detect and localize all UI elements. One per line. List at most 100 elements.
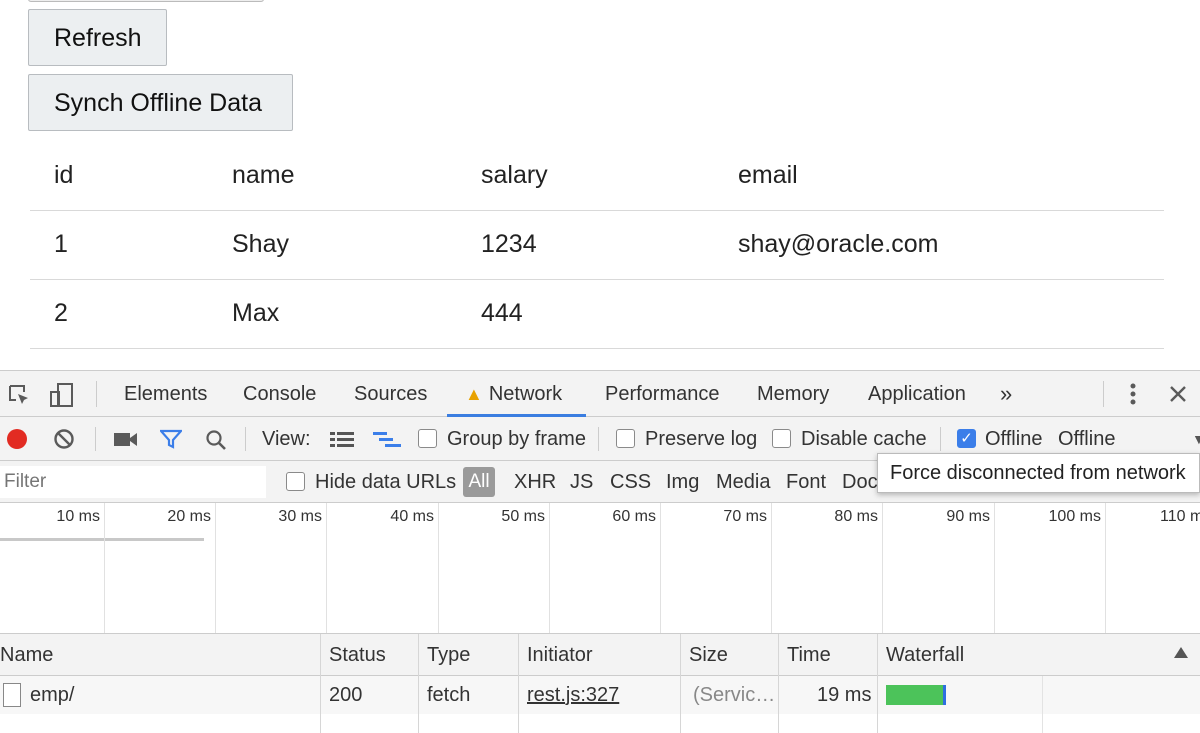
type-filter-js[interactable]: JS <box>570 461 593 503</box>
timeline-activity-bar <box>0 538 204 541</box>
request-name[interactable]: emp/ <box>30 676 74 714</box>
header-time[interactable]: Time <box>780 634 831 676</box>
disable-cache-checkbox[interactable] <box>772 429 791 448</box>
column-divider[interactable] <box>418 634 419 733</box>
camera-icon[interactable] <box>113 430 139 448</box>
more-tabs-button[interactable]: » <box>1000 371 1012 417</box>
table-row: 1 Shay 1234 shay@oracle.com <box>30 211 1164 280</box>
request-type: fetch <box>427 684 471 706</box>
header-waterfall[interactable]: Waterfall <box>879 634 964 676</box>
divider <box>940 427 941 451</box>
type-filter-doc[interactable]: Doc <box>842 461 878 503</box>
header-status[interactable]: Status <box>322 634 386 676</box>
filter-input[interactable] <box>0 466 266 498</box>
timeline-tick-label: 30 ms <box>278 508 322 525</box>
devtools-panel: Elements Console Sources ▲ Network Perfor… <box>0 370 1200 733</box>
column-header-id: id <box>54 161 74 189</box>
cell-name: Shay <box>232 230 289 258</box>
column-header-name: name <box>232 161 295 189</box>
tab-console[interactable]: Console <box>243 371 316 417</box>
device-toolbar-icon[interactable] <box>48 381 76 409</box>
tab-elements[interactable]: Elements <box>124 371 207 417</box>
request-status: 200 <box>329 684 363 706</box>
column-divider[interactable] <box>320 634 321 733</box>
timeline-tick-label: 110 ms <box>1160 508 1200 525</box>
request-time: 19 ms <box>817 684 872 706</box>
type-filter-img[interactable]: Img <box>666 461 699 503</box>
timeline-grid-line <box>549 503 550 633</box>
column-divider[interactable] <box>518 634 519 733</box>
timeline-grid-line <box>771 503 772 633</box>
timeline-tick-label: 20 ms <box>167 508 211 525</box>
tab-application[interactable]: Application <box>868 371 966 417</box>
offline-tooltip: Force disconnected from network <box>877 453 1200 493</box>
timeline-tick-label: 40 ms <box>390 508 434 525</box>
timeline-grid-line <box>215 503 216 633</box>
group-by-frame-label: Group by frame <box>447 428 586 450</box>
header-initiator[interactable]: Initiator <box>520 634 593 676</box>
header-type[interactable]: Type <box>420 634 470 676</box>
sort-ascending-icon[interactable] <box>1174 647 1188 658</box>
kebab-menu-icon[interactable] <box>1122 382 1144 406</box>
type-filter-css[interactable]: CSS <box>610 461 651 503</box>
hide-data-urls-label: Hide data URLs <box>315 471 457 493</box>
tab-network-label: Network <box>488 383 563 405</box>
waterfall-bar[interactable] <box>886 685 946 705</box>
record-icon[interactable] <box>6 428 28 450</box>
timeline-tick-label: 50 ms <box>501 508 545 525</box>
table-header-row: id name salary email <box>30 142 1164 211</box>
header-size[interactable]: Size <box>682 634 728 676</box>
tab-performance[interactable]: Performance <box>605 371 720 417</box>
divider <box>95 427 96 451</box>
timeline-tick-label: 90 ms <box>946 508 990 525</box>
column-divider[interactable] <box>877 634 878 733</box>
column-divider[interactable] <box>680 634 681 733</box>
timeline-grid-line <box>994 503 995 633</box>
offline-checkbox[interactable]: ✓ <box>957 429 976 448</box>
filter-icon[interactable] <box>159 428 183 450</box>
type-filter-font[interactable]: Font <box>786 461 826 503</box>
tab-memory[interactable]: Memory <box>757 371 829 417</box>
timeline-overview[interactable]: 10 ms 20 ms 30 ms 40 ms 50 ms 60 ms 70 ms 80 ms… <box>0 503 1200 634</box>
cell-id: 1 <box>54 230 68 258</box>
close-icon[interactable] <box>1166 383 1190 405</box>
cell-salary: 444 <box>481 299 523 327</box>
timeline-grid-line <box>660 503 661 633</box>
request-initiator-link[interactable]: rest.js:327 <box>527 676 619 714</box>
table-row[interactable]: emp/ 200 fetch rest.js:327 (Servic… 19 m… <box>0 676 1200 714</box>
waterfall-view-icon[interactable] <box>372 429 402 449</box>
list-view-icon[interactable] <box>329 429 355 449</box>
tab-network[interactable]: ▲ Network <box>447 371 586 417</box>
table-row: 2 Max 444 <box>30 280 1164 349</box>
synch-offline-data-button[interactable]: Synch Offline Data <box>28 74 293 131</box>
timeline-tick-label: 100 ms <box>1048 508 1101 525</box>
preserve-log-label: Preserve log <box>645 428 758 450</box>
cell-email: shay@oracle.com <box>738 230 939 258</box>
hide-data-urls-checkbox[interactable] <box>286 472 305 491</box>
timeline-tick-label: 60 ms <box>612 508 656 525</box>
column-divider[interactable] <box>778 634 779 733</box>
request-size: (Servic… <box>693 684 776 706</box>
preserve-log-checkbox[interactable] <box>616 429 635 448</box>
search-icon[interactable] <box>204 428 228 452</box>
web-page: Refresh Synch Offline Data id name salar… <box>0 0 1200 370</box>
type-filter-all[interactable]: All <box>463 467 495 497</box>
divider <box>245 427 246 451</box>
tab-sources[interactable]: Sources <box>354 371 427 417</box>
request-table-header: Name Status Type Initiator Size Time Wat… <box>0 634 1200 676</box>
group-by-frame-checkbox[interactable] <box>418 429 437 448</box>
timeline-grid-line <box>104 503 105 633</box>
view-label: View: <box>262 428 311 450</box>
timeline-grid-line <box>1105 503 1106 633</box>
inspect-element-icon[interactable] <box>6 382 32 408</box>
type-filter-xhr[interactable]: XHR <box>514 461 556 503</box>
input-stub[interactable] <box>28 0 264 2</box>
type-filter-media[interactable]: Media <box>716 461 770 503</box>
waterfall-grid-line <box>1042 676 1043 733</box>
timeline-grid-line <box>326 503 327 633</box>
devtools-tab-bar: Elements Console Sources ▲ Network Perfor… <box>0 371 1200 417</box>
clear-icon[interactable] <box>53 428 75 450</box>
timeline-grid-line <box>438 503 439 633</box>
refresh-button[interactable]: Refresh <box>28 9 167 66</box>
header-name[interactable]: Name <box>0 634 53 676</box>
